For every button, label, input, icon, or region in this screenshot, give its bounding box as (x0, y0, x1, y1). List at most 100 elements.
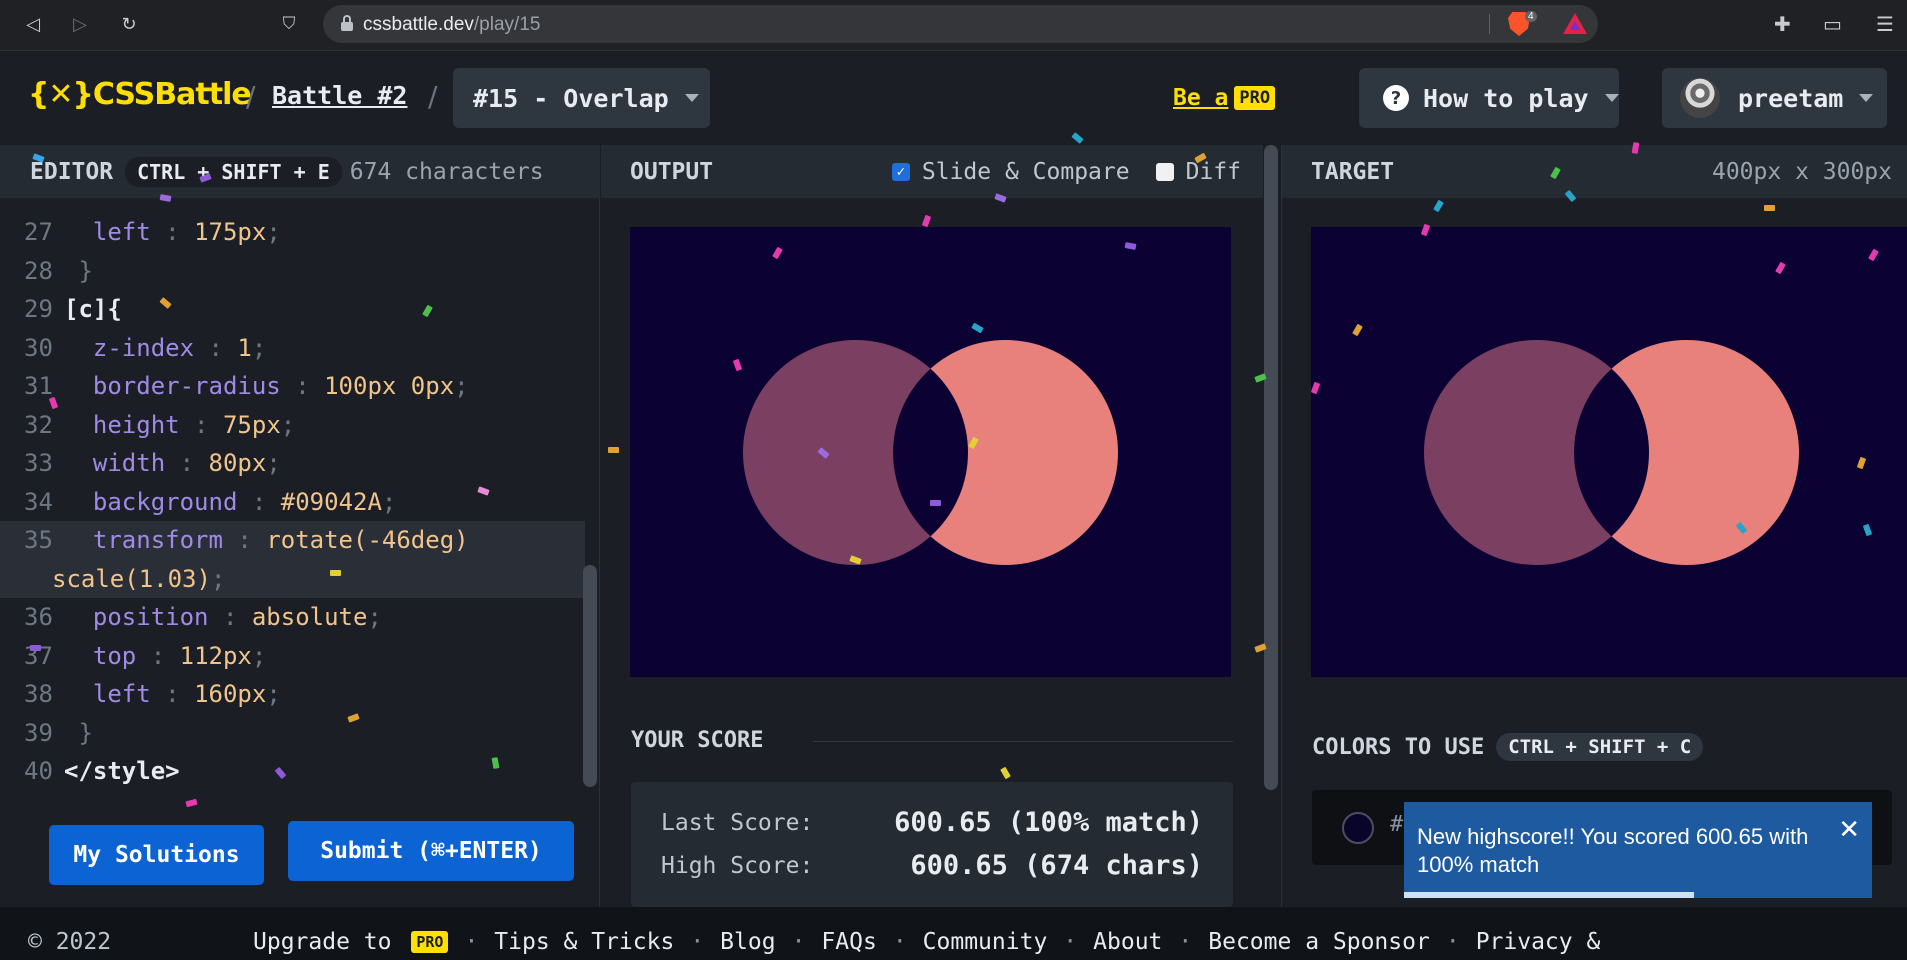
line-number: 40 (24, 757, 53, 785)
overlap-mask (893, 340, 1118, 565)
code-line[interactable]: 34 background : #09042A; (0, 483, 585, 522)
footer-link[interactable]: Community (923, 929, 1048, 955)
cssbattle-logo[interactable]: {✕}CSSBattle (28, 77, 252, 112)
code-line[interactable]: 32 height : 75px; (0, 406, 585, 445)
code-line[interactable]: 33 width : 80px; (0, 444, 585, 483)
footer-link[interactable]: FAQs (821, 929, 876, 955)
wallet-icon[interactable]: ▭ (1823, 12, 1842, 36)
extensions-icon[interactable]: ✚ (1774, 12, 1791, 36)
code-text: position : absolute; (92, 603, 382, 631)
footer-separator: · (464, 929, 479, 955)
brave-rewards-icon[interactable] (1563, 13, 1587, 34)
code-line[interactable]: 38 left : 160px; (0, 675, 585, 714)
code-line[interactable]: scale(1.03); (0, 559, 585, 598)
footer-link[interactable]: About (1093, 929, 1162, 955)
footer-separator: · (791, 929, 806, 955)
editor-header: EDITOR CTRL + SHIFT + E 674 characters (0, 145, 600, 198)
footer-separator: · (1178, 929, 1193, 955)
footer-link-upgrade[interactable]: Upgrade to PRO (253, 929, 449, 955)
code-text: </style> (64, 757, 180, 785)
app-header: {✕}CSSBattle / Battle #2 / #15 - Overlap… (0, 51, 1907, 145)
confetti-piece (930, 500, 941, 506)
footer-link[interactable]: Tips & Tricks (494, 929, 674, 955)
line-number: 32 (24, 410, 53, 439)
footer-separator: · (690, 929, 705, 955)
footer-separator: · (1063, 929, 1078, 955)
footer-separator: · (892, 929, 907, 955)
breadcrumb-separator: / (428, 80, 438, 113)
target-image[interactable] (1311, 227, 1907, 677)
code-text: height : 75px; (92, 410, 296, 439)
divider (1489, 14, 1490, 34)
code-text: } (78, 256, 93, 285)
menu-icon[interactable]: ☰ (1876, 12, 1894, 36)
panel-splitter-scrollbar[interactable] (1262, 145, 1280, 790)
editor-shortcut-badge: CTRL + SHIFT + E (125, 156, 342, 187)
character-count: 674 characters (349, 158, 544, 185)
footer: © 2022 Upgrade to PRO · Tips & Tricks · Blo… (0, 907, 1907, 960)
forward-icon[interactable]: ▷ (67, 11, 93, 37)
code-line[interactable]: 35 transform : rotate(-46deg) (0, 521, 585, 560)
toast-progress-bar (1404, 892, 1695, 898)
high-score-value: 600.65 (674 chars) (910, 850, 1203, 881)
code-line[interactable]: 37 top : 112px; (0, 637, 585, 676)
code-line[interactable]: 27 left : 175px; (0, 213, 585, 252)
code-line[interactable]: 31 border-radius : 100px 0px; (0, 367, 585, 406)
footer-link[interactable]: Become a Sponsor (1208, 929, 1430, 955)
editor-panel: EDITOR CTRL + SHIFT + E 674 characters 2… (0, 145, 600, 907)
pro-badge: PRO (411, 931, 449, 953)
code-line[interactable]: 30 z-index : 1; (0, 329, 585, 368)
code-line[interactable]: 28 } (0, 252, 585, 291)
code-line[interactable]: 36 position : absolute; (0, 598, 585, 637)
colors-to-use-label: COLORS TO USE (1312, 734, 1485, 760)
code-text: top : 112px; (92, 641, 267, 670)
code-text: scale(1.03); (52, 564, 226, 593)
code-text: z-index : 1; (92, 333, 267, 362)
reload-icon[interactable]: ↻ (116, 11, 142, 37)
code-text: left : 175px; (92, 218, 281, 246)
editor-scrollbar[interactable] (583, 565, 597, 787)
divider (813, 741, 1233, 742)
overlap-mask (1574, 340, 1799, 565)
target-select[interactable]: #15 - Overlap (453, 68, 710, 128)
address-bar[interactable]: cssbattle.dev/play/15 4 (323, 5, 1598, 43)
color-swatch[interactable] (1342, 812, 1374, 844)
line-number: 37 (24, 641, 53, 670)
back-icon[interactable]: ◁ (20, 11, 46, 37)
diff-label[interactable]: Diff (1186, 159, 1241, 185)
line-number: 36 (24, 603, 53, 631)
bookmark-icon[interactable]: ⛉ (276, 11, 302, 37)
submit-button[interactable]: Submit (⌘+ENTER) (288, 821, 574, 881)
user-menu[interactable]: preetam (1662, 68, 1887, 128)
line-number: 29 (24, 295, 53, 323)
how-to-play-button[interactable]: ? How to play (1359, 68, 1619, 128)
code-text: transform : rotate(-46deg) (92, 526, 469, 554)
code-line[interactable]: 29 [c]{ (0, 290, 585, 329)
url-text[interactable]: cssbattle.dev/play/15 (363, 14, 540, 36)
line-number: 34 (24, 487, 53, 516)
shield-count-badge: 4 (1525, 11, 1537, 22)
line-number: 33 (24, 449, 53, 477)
breadcrumb-separator: / (246, 80, 256, 113)
target-select-label: #15 - Overlap (473, 83, 669, 113)
diff-checkbox[interactable] (1155, 162, 1174, 181)
footer-link[interactable]: Blog (720, 929, 775, 955)
confetti-piece (608, 447, 619, 453)
close-icon[interactable]: ✕ (1838, 816, 1860, 844)
my-solutions-button[interactable]: My Solutions (49, 825, 264, 885)
last-score-value: 600.65 (100% match) (894, 807, 1203, 838)
score-box: Last Score: 600.65 (100% match) High Sco… (631, 782, 1233, 907)
battle-link[interactable]: Battle #2 (272, 81, 407, 110)
code-text: left : 160px; (92, 680, 281, 708)
code-line[interactable]: 39 } (0, 714, 585, 753)
footer-separator: · (1445, 929, 1460, 955)
be-a-pro-link[interactable]: Be a PRO (1173, 85, 1276, 111)
slide-compare-label[interactable]: Slide & Compare (922, 159, 1130, 185)
slide-compare-checkbox[interactable]: ✓ (891, 162, 910, 181)
code-editor[interactable]: 27 left : 175px; 28 } 29 [c]{30 z-index : 1… (0, 213, 585, 791)
output-panel: OUTPUT ✓ Slide & Compare Diff YOUR SCORE… (601, 145, 1263, 907)
output-canvas[interactable] (630, 227, 1231, 677)
footer-link[interactable]: Privacy & (1476, 929, 1601, 955)
be-a-label: Be a (1173, 85, 1229, 111)
confetti-piece (330, 570, 341, 576)
